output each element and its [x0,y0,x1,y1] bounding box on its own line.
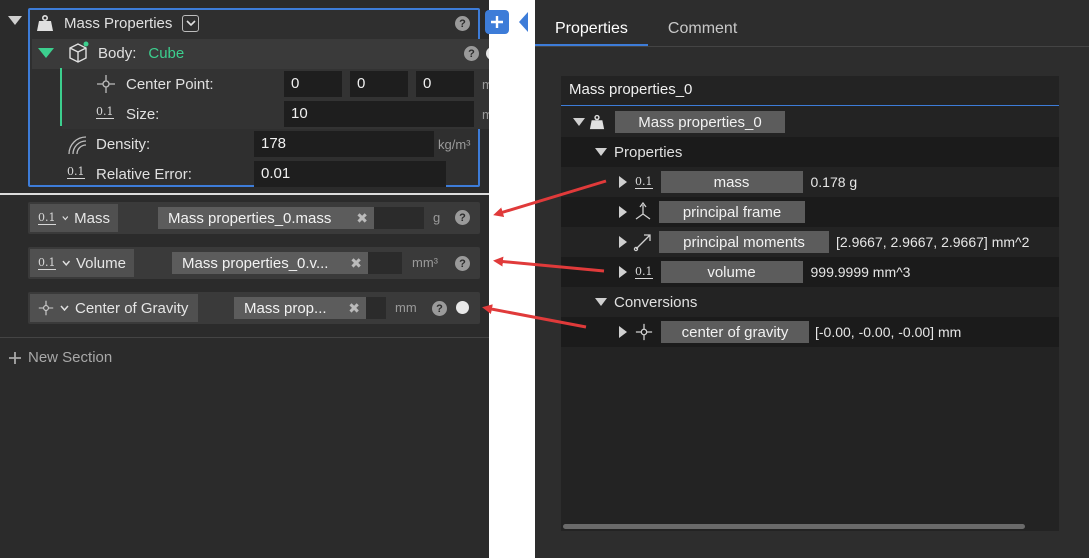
annotation-arrows [482,179,607,329]
arrow-mass [493,179,607,218]
arrow-center-of-gravity [482,304,587,329]
arrow-volume [493,256,605,273]
